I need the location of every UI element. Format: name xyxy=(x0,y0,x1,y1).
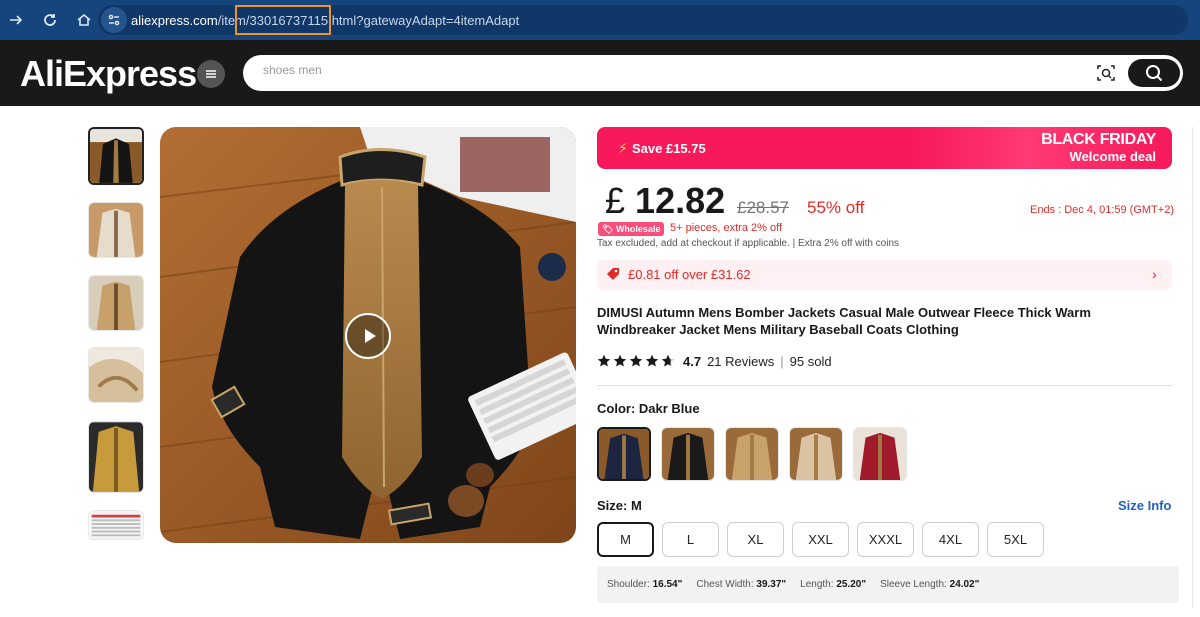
size-measurements: Shoulder: 16.54" Chest Width: 39.37" Len… xyxy=(597,566,1179,603)
forward-arrow-icon[interactable] xyxy=(0,4,32,36)
star-rating xyxy=(597,354,675,368)
size-option-button[interactable]: XXXL xyxy=(857,522,914,557)
chevron-right-icon[interactable]: › xyxy=(1152,266,1157,282)
product-thumbnail[interactable] xyxy=(88,275,144,331)
color-swatch[interactable] xyxy=(597,427,651,481)
product-thumbnail[interactable] xyxy=(88,347,144,403)
color-swatch[interactable] xyxy=(661,427,715,481)
rating-row: 4.7 21 Reviews | 95 sold xyxy=(597,353,832,369)
search-button[interactable] xyxy=(1128,59,1180,87)
star-icon xyxy=(613,354,627,367)
size-option-button[interactable]: XL xyxy=(727,522,784,557)
size-option-button[interactable]: M xyxy=(597,522,654,557)
reviews-link[interactable]: 21 Reviews xyxy=(707,354,774,369)
star-icon xyxy=(629,354,643,367)
reload-icon[interactable] xyxy=(34,4,66,36)
product-thumbnail[interactable] xyxy=(88,127,144,185)
separator: | xyxy=(780,353,784,369)
size-option-button[interactable]: XXL xyxy=(792,522,849,557)
original-price: £28.57 xyxy=(737,198,789,217)
size-info-link[interactable]: Size Info xyxy=(1118,498,1171,513)
image-search-icon[interactable] xyxy=(1096,63,1116,83)
product-title: DIMUSI Autumn Mens Bomber Jackets Casual… xyxy=(597,305,1091,337)
size-option-button[interactable]: 4XL xyxy=(922,522,979,557)
tax-note: Tax excluded, add at checkout if applica… xyxy=(597,238,900,249)
search-icon xyxy=(1146,65,1163,82)
coupon-text: £0.81 off over £31.62 xyxy=(628,267,751,282)
size-option-button[interactable]: L xyxy=(662,522,719,557)
current-price: £ 12.82 xyxy=(605,180,726,221)
aliexpress-logo[interactable]: AliExpress xyxy=(20,53,197,95)
save-amount: Save £15.75 xyxy=(632,141,706,156)
star-icon xyxy=(661,354,675,367)
menu-icon[interactable] xyxy=(197,60,225,88)
scroll-edge xyxy=(1192,127,1200,607)
wholesale-text: 5+ pieces, extra 2% off xyxy=(670,222,783,234)
size-label: Size: M xyxy=(597,498,642,513)
color-label: Color: Dakr Blue xyxy=(597,401,700,416)
play-video-button[interactable] xyxy=(345,313,391,359)
product-thumbnail[interactable] xyxy=(88,202,144,258)
search-box xyxy=(243,55,1183,91)
product-thumbnail[interactable] xyxy=(88,421,144,493)
wholesale-badge: 🏷 Wholesale xyxy=(598,222,665,236)
rating-value: 4.7 xyxy=(683,353,702,369)
star-icon xyxy=(597,354,611,367)
color-swatch[interactable] xyxy=(789,427,843,481)
site-info-icon[interactable] xyxy=(101,7,127,33)
size-option-button[interactable]: 5XL xyxy=(987,522,1044,557)
sold-count: 95 sold xyxy=(789,353,832,369)
product-thumbnail[interactable] xyxy=(88,510,144,540)
coupon-tag-icon xyxy=(606,267,620,281)
item-id-highlight-box xyxy=(235,5,331,35)
home-icon[interactable] xyxy=(68,4,100,36)
color-swatch[interactable] xyxy=(853,427,907,481)
lightning-icon: ⚡ xyxy=(618,140,628,156)
discount-percent: 55% off xyxy=(807,198,865,217)
play-icon xyxy=(364,329,376,343)
black-friday-label: BLACK FRIDAY Welcome deal xyxy=(1041,131,1156,164)
star-icon xyxy=(645,354,659,367)
color-swatch[interactable] xyxy=(725,427,779,481)
divider xyxy=(597,385,1172,386)
sale-end-time: Ends : Dec 4, 01:59 (GMT+2) xyxy=(1030,204,1174,216)
search-input[interactable] xyxy=(263,63,1063,77)
